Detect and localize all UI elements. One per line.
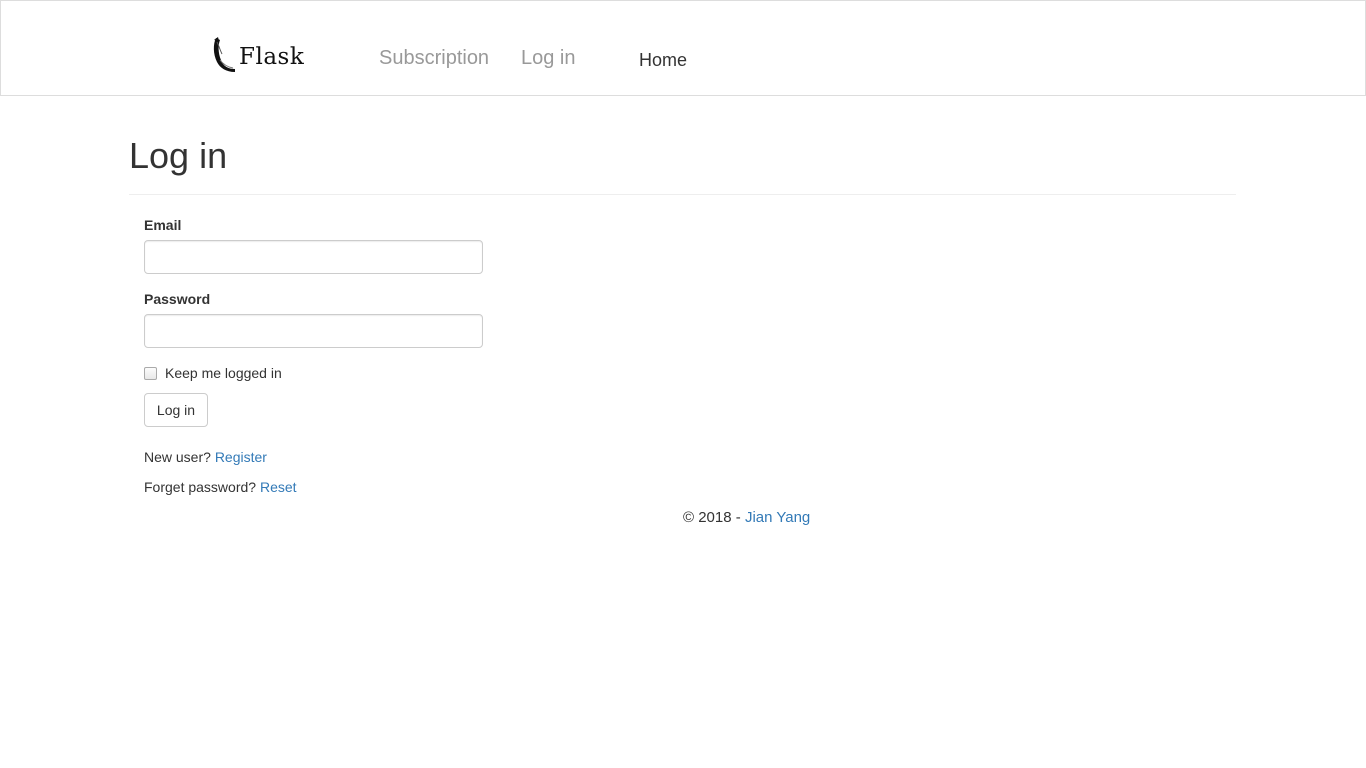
- copyright-text: © 2018 -: [683, 509, 741, 526]
- remember-me-label: Keep me logged in: [165, 365, 282, 381]
- login-submit-button[interactable]: Log in: [144, 393, 208, 427]
- password-label: Password: [144, 291, 211, 307]
- nav-home-link[interactable]: Home: [639, 49, 687, 71]
- footer: © 2018 - Jian Yang: [683, 509, 810, 526]
- remember-me-row[interactable]: Keep me logged in: [144, 365, 282, 381]
- flask-horn-icon: [211, 36, 237, 79]
- new-user-line: New user? Register: [144, 449, 267, 465]
- nav-login-link[interactable]: Log in: [521, 47, 576, 69]
- title-divider: [129, 194, 1236, 195]
- remember-me-checkbox[interactable]: [144, 367, 157, 380]
- top-navbar: Flask Subscription Log in Home: [0, 0, 1366, 96]
- new-user-text: New user?: [144, 449, 211, 465]
- password-field[interactable]: [144, 314, 483, 348]
- nav-subscription-link[interactable]: Subscription: [379, 47, 489, 69]
- email-field[interactable]: [144, 240, 483, 274]
- forget-password-line: Forget password? Reset: [144, 479, 297, 495]
- page-title: Log in: [129, 135, 228, 176]
- brand-text: Flask: [239, 44, 305, 70]
- reset-link[interactable]: Reset: [260, 479, 297, 495]
- author-link[interactable]: Jian Yang: [745, 509, 810, 526]
- email-label: Email: [144, 217, 182, 233]
- brand-logo[interactable]: Flask: [211, 36, 305, 79]
- forget-password-text: Forget password?: [144, 479, 257, 495]
- register-link[interactable]: Register: [215, 449, 267, 465]
